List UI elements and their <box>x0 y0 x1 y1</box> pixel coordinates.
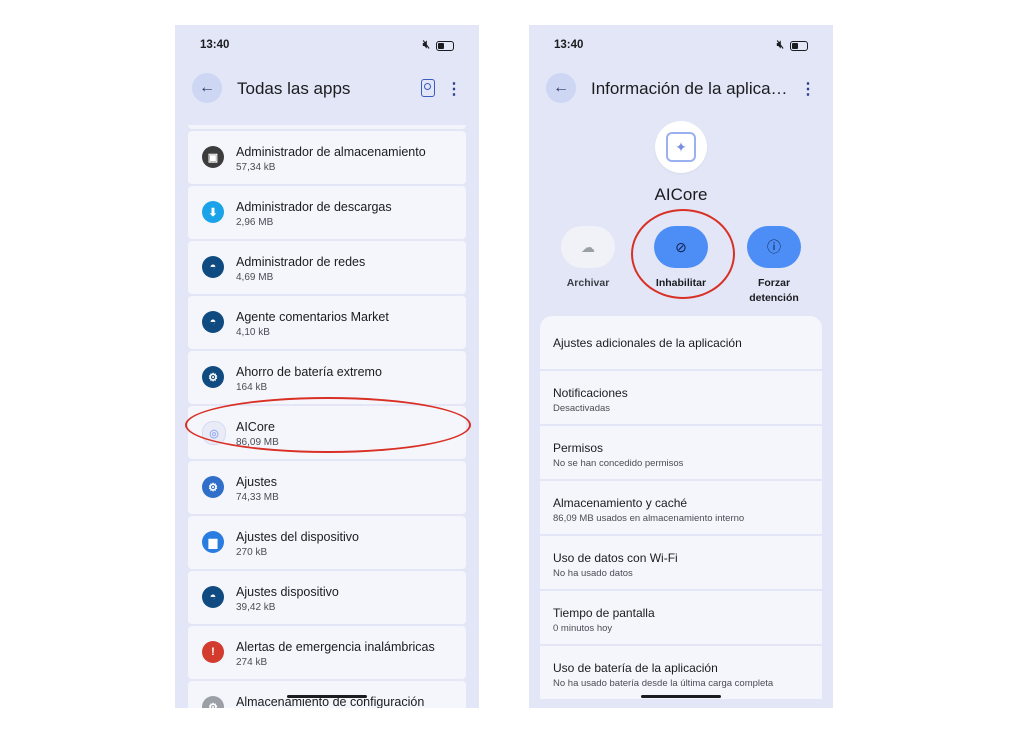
battery-icon <box>790 40 808 51</box>
settings-item[interactable]: Uso de batería de la aplicación No ha usa… <box>540 646 822 699</box>
settings-item-title: Permisos <box>553 441 604 455</box>
app-size: 86,09 MB <box>236 437 279 448</box>
list-item-partial <box>188 125 466 129</box>
app-name: Agente comentarios Market <box>236 310 389 324</box>
app-size: 274 kB <box>236 657 268 668</box>
back-button[interactable]: ← <box>546 73 576 103</box>
settings-item-title: Almacenamiento y caché <box>553 496 688 510</box>
gear-icon: ⚙ <box>202 696 224 708</box>
android-icon: ◓ <box>202 586 224 608</box>
app-list-item[interactable]: ⬇ Administrador de descargas 2,96 MB <box>188 186 466 239</box>
settings-item-subtitle: 0 minutos hoy <box>553 623 613 634</box>
settings-item-title: Uso de datos con Wi-Fi <box>553 551 678 565</box>
settings-item-subtitle: No ha usado datos <box>553 568 633 579</box>
app-list-item[interactable]: ▣ Administrador de almacenamiento 57,34 kB <box>188 131 466 184</box>
app-list-item[interactable]: ⚙ Ahorro de batería extremo 164 kB <box>188 351 466 404</box>
status-bar: 13:40 🔇︎ <box>200 39 454 53</box>
archive-label: Archivar <box>566 277 610 289</box>
app-list-item[interactable]: ◎ AICore 86,09 MB <box>188 406 466 459</box>
disable-label: Inhabilitar <box>655 277 707 289</box>
gesture-bar <box>641 695 721 698</box>
app-name: Ajustes del dispositivo <box>236 530 359 544</box>
gear-icon: ⚙ <box>202 366 224 388</box>
status-time: 13:40 <box>554 39 584 51</box>
phone-screen-app-info: 13:40 🔇︎ ← Información de la aplica… ⋮ ✦… <box>529 25 833 708</box>
android-icon: ◓ <box>202 311 224 333</box>
mute-icon: 🔇︎ <box>776 39 784 51</box>
briefcase-icon: ▆ <box>202 531 224 553</box>
android-icon: ◓ <box>202 256 224 278</box>
arrow-left-icon: ← <box>199 79 215 96</box>
app-list-item[interactable]: ◓ Administrador de redes 4,69 MB <box>188 241 466 294</box>
force-stop-action[interactable]: ⓘ Forzar detención <box>729 226 819 306</box>
settings-item-subtitle: 86,09 MB usados en almacenamiento intern… <box>553 513 745 524</box>
app-list-item[interactable]: ! Alertas de emergencia inalámbricas 274 k… <box>188 626 466 679</box>
app-settings-list: Ajustes adicionales de la aplicación Noti… <box>540 316 822 701</box>
app-name: Administrador de descargas <box>236 200 392 214</box>
app-name: Ajustes <box>236 475 277 489</box>
battery-icon <box>436 40 454 51</box>
status-bar: 13:40 🔇︎ <box>554 39 808 53</box>
gesture-bar <box>287 695 367 698</box>
settings-item[interactable]: Tiempo de pantalla 0 minutos hoy <box>540 591 822 644</box>
app-size: 4,10 kB <box>236 327 270 338</box>
aicore-chip-icon: ✦ <box>666 132 696 162</box>
app-list: ▣ Administrador de almacenamiento 57,34 kB… <box>188 125 466 708</box>
app-size: 39,42 kB <box>236 602 276 613</box>
settings-item-title: Tiempo de pantalla <box>553 606 655 620</box>
page-title: Todas las apps <box>237 79 351 98</box>
app-name: AICore <box>654 185 708 204</box>
top-app-bar: ← Todas las apps ⋮ <box>175 73 479 103</box>
app-name: Administrador de redes <box>236 255 366 269</box>
archive-action[interactable]: ☁ Archivar <box>543 226 633 291</box>
page-title: Información de la aplica… <box>591 79 788 98</box>
app-size: 4,69 MB <box>236 272 274 283</box>
more-options-icon[interactable]: ⋮ <box>800 79 816 99</box>
settings-item-title: Ajustes adicionales de la aplicación <box>553 336 742 350</box>
app-logo: ✦ <box>655 121 707 173</box>
gear-icon: ⚙ <box>202 476 224 498</box>
app-name: AICore <box>236 420 275 434</box>
settings-item-subtitle: No ha usado batería desde la última carg… <box>553 678 774 689</box>
settings-item[interactable]: Ajustes adicionales de la aplicación <box>540 316 822 369</box>
force-stop-label: Forzar detención <box>749 277 799 304</box>
settings-item-subtitle: No se han concedido permisos <box>553 458 684 469</box>
settings-item[interactable]: Almacenamiento y caché 86,09 MB usados en… <box>540 481 822 534</box>
settings-item-title: Uso de batería de la aplicación <box>553 661 718 675</box>
app-name: Administrador de almacenamiento <box>236 145 426 159</box>
app-size: 57,34 kB <box>236 162 276 173</box>
more-options-icon[interactable]: ⋮ <box>446 79 462 99</box>
settings-item[interactable]: Notificaciones Desactivadas <box>540 371 822 424</box>
download-icon: ⬇ <box>202 201 224 223</box>
arrow-left-icon: ← <box>553 79 569 96</box>
top-app-bar: ← Información de la aplica… ⋮ <box>529 73 833 103</box>
app-size: 74,33 MB <box>236 492 279 503</box>
settings-item[interactable]: Uso de datos con Wi-Fi No ha usado datos <box>540 536 822 589</box>
back-button[interactable]: ← <box>192 73 222 103</box>
disable-icon[interactable]: ⊘ <box>654 226 708 268</box>
aicore-chip-icon: ◎ <box>202 421 226 445</box>
warning-icon: ! <box>202 641 224 663</box>
phone-screen-all-apps: 13:40 🔇︎ ← Todas las apps ⋮ ▣ Administrad… <box>175 25 479 708</box>
search-icon[interactable] <box>421 79 435 97</box>
app-list-item[interactable]: ▆ Ajustes del dispositivo 270 kB <box>188 516 466 569</box>
settings-item[interactable]: Permisos No se han concedido permisos <box>540 426 822 479</box>
settings-item-title: Notificaciones <box>553 386 628 400</box>
mute-icon: 🔇︎ <box>422 39 430 51</box>
app-size: 164 kB <box>236 382 268 393</box>
cloud-upload-icon[interactable]: ☁ <box>561 226 615 268</box>
status-time: 13:40 <box>200 39 230 51</box>
app-name: Alertas de emergencia inalámbricas <box>236 640 435 654</box>
app-size: 270 kB <box>236 547 268 558</box>
app-name: Ahorro de batería extremo <box>236 365 382 379</box>
settings-item-subtitle: Desactivadas <box>553 403 611 414</box>
app-list-item[interactable]: ◓ Ajustes dispositivo 39,42 kB <box>188 571 466 624</box>
disable-action[interactable]: ⊘ Inhabilitar <box>636 226 726 291</box>
app-name: Ajustes dispositivo <box>236 585 339 599</box>
stop-icon[interactable]: ⓘ <box>747 226 801 268</box>
app-list-item[interactable]: ⚙ Ajustes 74,33 MB <box>188 461 466 514</box>
app-size: 2,96 MB <box>236 217 274 228</box>
storage-manager-icon: ▣ <box>202 146 224 168</box>
app-list-item[interactable]: ◓ Agente comentarios Market 4,10 kB <box>188 296 466 349</box>
